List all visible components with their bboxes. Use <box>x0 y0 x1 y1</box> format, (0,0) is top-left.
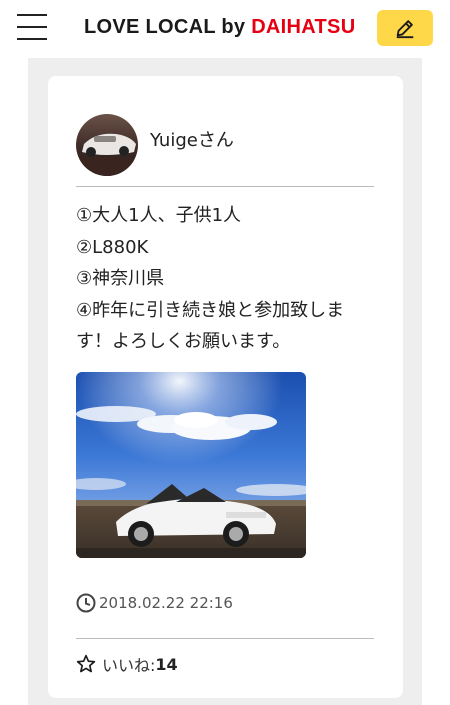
post-photo[interactable] <box>76 372 306 558</box>
post-line: ③神奈川県 <box>76 268 165 289</box>
post-line: ①大人1人、子供1人 <box>76 205 242 226</box>
post-body: ①大人1人、子供1人 ②L880K ③神奈川県 ④昨年に引き続き娘と参加致しま … <box>76 200 378 358</box>
logo-daihatsu: DAIHATSU <box>251 16 356 38</box>
username[interactable]: Yuigeさん <box>150 126 234 152</box>
like-button[interactable]: いいね: 14 <box>76 652 178 676</box>
divider <box>76 186 374 187</box>
hamburger-menu-icon[interactable] <box>17 14 47 40</box>
post-timestamp: 2018.02.22 22:16 <box>76 592 233 614</box>
post-line: す！よろしくお願います。 <box>76 331 291 352</box>
app-header: LOVE LOCAL by DAIHATSU <box>0 0 450 58</box>
post-line: ④昨年に引き続き娘と参加致しま <box>76 299 345 321</box>
likes-count: 14 <box>155 654 178 674</box>
user-avatar[interactable] <box>76 114 138 176</box>
star-outline-icon <box>76 654 96 673</box>
post-card: Yuigeさん ①大人1人、子供1人 ②L880K ③神奈川県 ④昨年に引き続き… <box>48 76 403 698</box>
logo-love-local: LOVE LOCAL <box>84 16 216 38</box>
likes-label: いいね: <box>102 656 156 675</box>
clock-icon <box>76 593 96 613</box>
logo-by: by <box>215 16 252 38</box>
divider <box>76 638 374 639</box>
site-logo[interactable]: LOVE LOCAL by DAIHATSU <box>84 16 355 39</box>
timestamp-text: 2018.02.22 22:16 <box>99 594 233 612</box>
new-post-button[interactable] <box>377 10 433 46</box>
pencil-icon <box>396 20 414 39</box>
post-line: ②L880K <box>76 236 149 258</box>
